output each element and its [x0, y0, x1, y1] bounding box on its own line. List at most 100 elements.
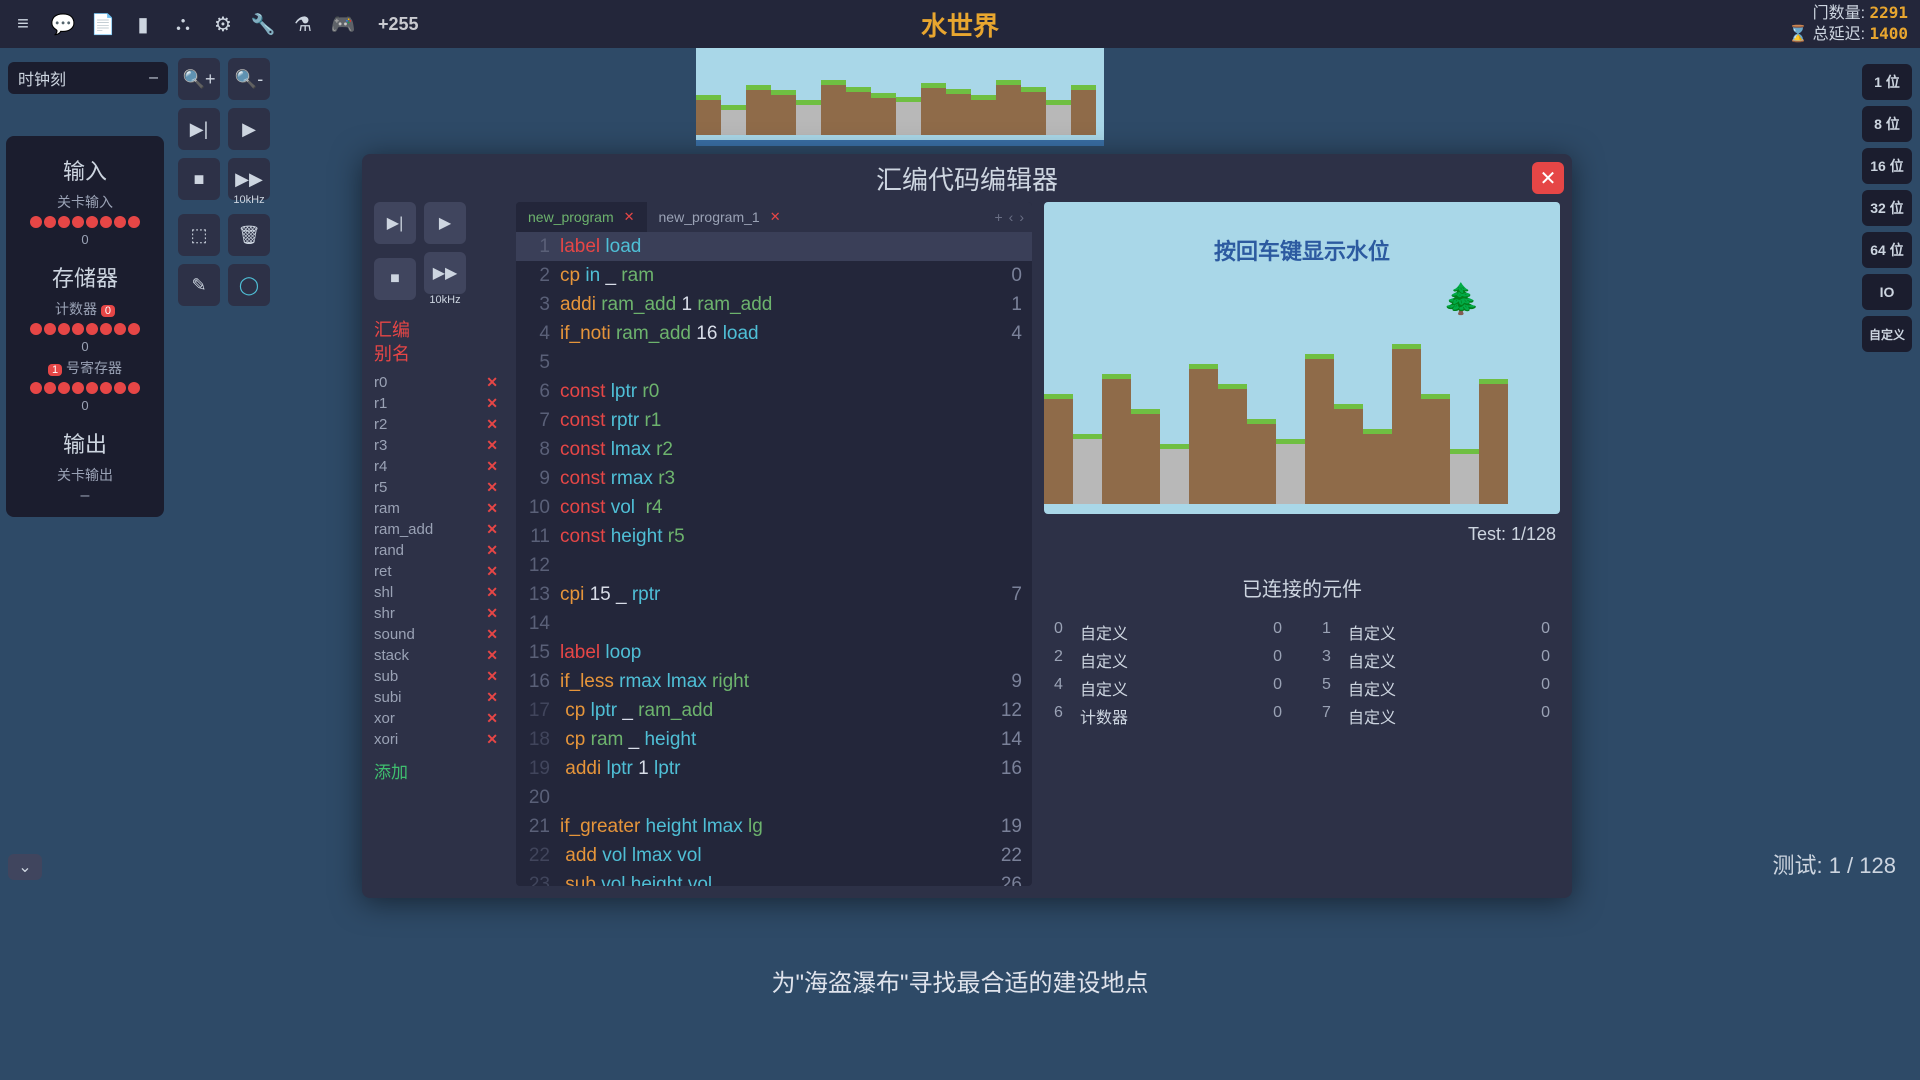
- zoom-out-button[interactable]: 🔍-: [228, 58, 270, 100]
- chat-icon[interactable]: 💬: [52, 13, 74, 35]
- bit-io[interactable]: IO: [1862, 274, 1912, 310]
- modal-stop-button[interactable]: ■: [374, 258, 416, 300]
- alias-stack[interactable]: stack✕: [374, 647, 504, 664]
- delete-alias-icon[interactable]: ✕: [486, 500, 498, 517]
- code-lines[interactable]: 1label load2cp in _ ram03addi ram_add 1 …: [516, 232, 1032, 886]
- modal-play-button[interactable]: ▶: [424, 202, 466, 244]
- code-line[interactable]: 3addi ram_add 1 ram_add1: [516, 290, 1032, 319]
- bit-custom[interactable]: 自定义: [1862, 316, 1912, 352]
- clock-collapse-icon[interactable]: –: [149, 69, 158, 87]
- alias-shl[interactable]: shl✕: [374, 584, 504, 601]
- bit-32[interactable]: 32 位: [1862, 190, 1912, 226]
- delete-alias-icon[interactable]: ✕: [486, 584, 498, 601]
- alias-xori[interactable]: xori✕: [374, 731, 504, 748]
- expand-chevron[interactable]: ⌄: [8, 854, 42, 880]
- code-line[interactable]: 10const vol r4: [516, 493, 1032, 522]
- bit-16[interactable]: 16 位: [1862, 148, 1912, 184]
- menu-icon[interactable]: ≡: [12, 13, 34, 35]
- code-line[interactable]: 4if_noti ram_add 16 load4: [516, 319, 1032, 348]
- delete-alias-icon[interactable]: ✕: [486, 647, 498, 664]
- controller-icon[interactable]: 🎮: [332, 13, 354, 35]
- delete-alias-icon[interactable]: ✕: [486, 689, 498, 706]
- file-icon[interactable]: 📄: [92, 13, 114, 35]
- edit-button[interactable]: ✎: [178, 264, 220, 306]
- code-line[interactable]: 14: [516, 609, 1032, 638]
- code-line[interactable]: 16if_less rmax lmax right9: [516, 667, 1032, 696]
- code-line[interactable]: 15label loop: [516, 638, 1032, 667]
- zoom-in-button[interactable]: 🔍+: [178, 58, 220, 100]
- alias-ram[interactable]: ram✕: [374, 500, 504, 517]
- alias-shr[interactable]: shr✕: [374, 605, 504, 622]
- alias-subi[interactable]: subi✕: [374, 689, 504, 706]
- delete-alias-icon[interactable]: ✕: [486, 542, 498, 559]
- alias-sub[interactable]: sub✕: [374, 668, 504, 685]
- new-tab-icon[interactable]: +: [994, 209, 1002, 225]
- code-line[interactable]: 5: [516, 348, 1032, 377]
- code-line[interactable]: 8const lmax r2: [516, 435, 1032, 464]
- modal-ff-button[interactable]: ▶▶: [424, 252, 466, 294]
- delete-alias-icon[interactable]: ✕: [486, 563, 498, 580]
- prev-tab-icon[interactable]: ‹: [1009, 209, 1014, 225]
- code-line[interactable]: 23 sub vol height vol26: [516, 870, 1032, 886]
- delete-alias-icon[interactable]: ✕: [486, 710, 498, 727]
- code-line[interactable]: 21if_greater height lmax lg19: [516, 812, 1032, 841]
- delete-alias-icon[interactable]: ✕: [486, 668, 498, 685]
- code-line[interactable]: 12: [516, 551, 1032, 580]
- delete-alias-icon[interactable]: ✕: [486, 521, 498, 538]
- code-line[interactable]: 2cp in _ ram0: [516, 261, 1032, 290]
- code-line[interactable]: 17 cp lptr _ ram_add12: [516, 696, 1032, 725]
- close-tab-icon[interactable]: ✕: [624, 209, 635, 225]
- delete-button[interactable]: 🗑: [228, 214, 270, 256]
- play-button[interactable]: ▶: [228, 108, 270, 150]
- delete-alias-icon[interactable]: ✕: [486, 437, 498, 454]
- alias-r4[interactable]: r4✕: [374, 458, 504, 475]
- code-line[interactable]: 9const rmax r3: [516, 464, 1032, 493]
- wrench-icon[interactable]: 🔧: [252, 13, 274, 35]
- book-icon[interactable]: ▮: [132, 13, 154, 35]
- close-button[interactable]: ✕: [1532, 162, 1564, 194]
- code-line[interactable]: 6const lptr r0: [516, 377, 1032, 406]
- refresh-button[interactable]: ◯: [228, 264, 270, 306]
- flask-icon[interactable]: ⚗: [292, 13, 314, 35]
- code-line[interactable]: 20: [516, 783, 1032, 812]
- code-line[interactable]: 18 cp ram _ height14: [516, 725, 1032, 754]
- tab-0[interactable]: new_program✕: [516, 202, 647, 232]
- clock-box[interactable]: 时钟刻 –: [8, 62, 168, 94]
- alias-r5[interactable]: r5✕: [374, 479, 504, 496]
- alias-ram_add[interactable]: ram_add✕: [374, 521, 504, 538]
- more-count[interactable]: +255: [378, 14, 419, 35]
- bit-8[interactable]: 8 位: [1862, 106, 1912, 142]
- modal-step-button[interactable]: ▶|: [374, 202, 416, 244]
- stop-button[interactable]: ■: [178, 158, 220, 200]
- delete-alias-icon[interactable]: ✕: [486, 605, 498, 622]
- delete-alias-icon[interactable]: ✕: [486, 458, 498, 475]
- code-line[interactable]: 19 addi lptr 1 lptr16: [516, 754, 1032, 783]
- code-line[interactable]: 7const rptr r1: [516, 406, 1032, 435]
- add-alias-button[interactable]: 添加: [374, 758, 504, 783]
- alias-xor[interactable]: xor✕: [374, 710, 504, 727]
- delete-alias-icon[interactable]: ✕: [486, 416, 498, 433]
- alias-r1[interactable]: r1✕: [374, 395, 504, 412]
- select-button[interactable]: ⬚: [178, 214, 220, 256]
- delete-alias-icon[interactable]: ✕: [486, 626, 498, 643]
- gear-icon[interactable]: ⚙: [212, 13, 234, 35]
- step-button[interactable]: ▶|: [178, 108, 220, 150]
- code-line[interactable]: 22 add vol lmax vol22: [516, 841, 1032, 870]
- next-tab-icon[interactable]: ›: [1019, 209, 1024, 225]
- bit-1[interactable]: 1 位: [1862, 64, 1912, 100]
- delete-alias-icon[interactable]: ✕: [486, 731, 498, 748]
- close-tab-icon[interactable]: ✕: [770, 209, 781, 225]
- code-line[interactable]: 1label load: [516, 232, 1032, 261]
- bit-64[interactable]: 64 位: [1862, 232, 1912, 268]
- alias-rand[interactable]: rand✕: [374, 542, 504, 559]
- delete-alias-icon[interactable]: ✕: [486, 479, 498, 496]
- delete-alias-icon[interactable]: ✕: [486, 395, 498, 412]
- alias-r3[interactable]: r3✕: [374, 437, 504, 454]
- sitemap-icon[interactable]: ⛬: [172, 13, 194, 35]
- alias-r2[interactable]: r2✕: [374, 416, 504, 433]
- tab-1[interactable]: new_program_1✕: [647, 202, 793, 232]
- alias-sound[interactable]: sound✕: [374, 626, 504, 643]
- code-line[interactable]: 13cpi 15 _ rptr7: [516, 580, 1032, 609]
- delete-alias-icon[interactable]: ✕: [486, 374, 498, 391]
- alias-r0[interactable]: r0✕: [374, 374, 504, 391]
